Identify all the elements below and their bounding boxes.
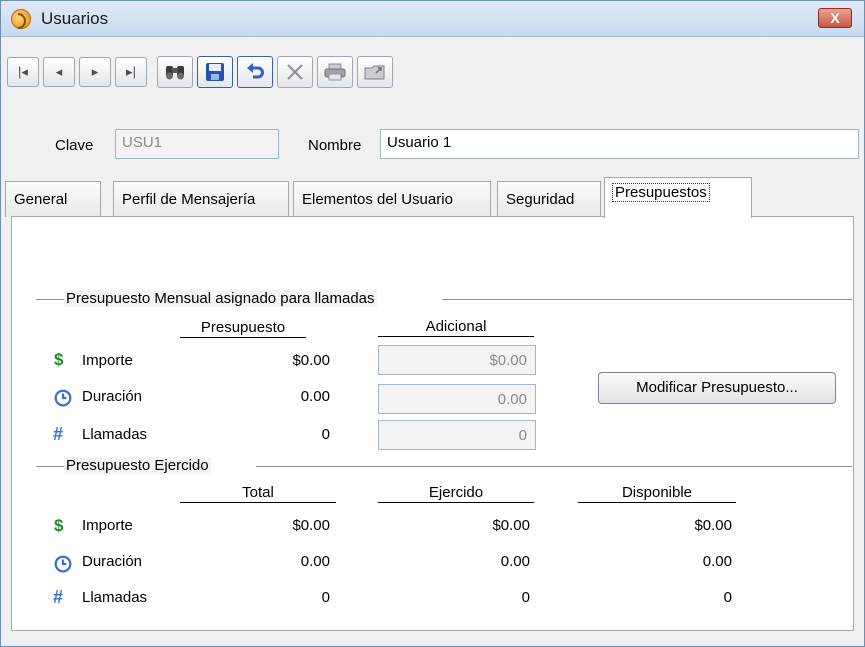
floppy-disk-icon bbox=[206, 63, 224, 81]
col-adicional-header: Adicional bbox=[378, 318, 534, 337]
monthly-llamadas-label: Llamadas bbox=[82, 426, 148, 443]
last-record-button[interactable]: ▸| bbox=[115, 57, 147, 87]
dollar-icon: $ bbox=[54, 516, 64, 535]
exercised-importe-label: Importe bbox=[82, 517, 133, 534]
next-record-button[interactable]: ▸ bbox=[79, 57, 111, 87]
tab-elementos-usuario[interactable]: Elementos del Usuario bbox=[293, 181, 491, 217]
clock-icon bbox=[54, 389, 72, 407]
first-record-button[interactable]: |◂ bbox=[7, 57, 39, 87]
binoculars-icon bbox=[166, 66, 184, 80]
monthly-duracion-presupuesto: 0.00 bbox=[300, 388, 330, 405]
monthly-importe-label: Importe bbox=[82, 352, 133, 369]
tab-elementos-label: Elementos del Usuario bbox=[302, 191, 453, 208]
search-button[interactable] bbox=[157, 56, 193, 88]
exercised-duracion-total: 0.00 bbox=[300, 553, 330, 570]
delete-x-icon bbox=[287, 64, 303, 80]
exercised-importe-disponible: $0.00 bbox=[694, 517, 732, 534]
usuarios-window: Usuarios X |◂ ◂ ▸ ▸| Clave USU1 Nombre U… bbox=[0, 0, 865, 647]
exercised-duracion-label: Duración bbox=[82, 553, 143, 570]
exercised-importe-ejercido: $0.00 bbox=[492, 517, 530, 534]
exercised-duracion-ejercido: 0.00 bbox=[500, 553, 530, 570]
save-button[interactable] bbox=[197, 56, 233, 88]
monthly-llamadas-presupuesto: 0 bbox=[321, 426, 330, 443]
monthly-importe-presupuesto: $0.00 bbox=[292, 352, 330, 369]
tab-presupuestos-label: Presupuestos bbox=[612, 183, 710, 202]
monthly-group-title: Presupuesto Mensual asignado para llamad… bbox=[64, 290, 377, 307]
tab-presupuestos[interactable]: Presupuestos bbox=[604, 177, 752, 218]
col-total-header: Total bbox=[180, 484, 336, 503]
exercised-llamadas-ejercido: 0 bbox=[521, 589, 530, 606]
col-disponible-header: Disponible bbox=[578, 484, 736, 503]
previous-record-button[interactable]: ◂ bbox=[43, 57, 75, 87]
exercised-group-line-left bbox=[36, 466, 64, 467]
tab-perfil-label: Perfil de Mensajería bbox=[122, 191, 256, 208]
undo-button[interactable] bbox=[237, 56, 273, 88]
col-ejercido-header: Ejercido bbox=[378, 484, 534, 503]
exercised-llamadas-label: Llamadas bbox=[82, 589, 148, 606]
clave-field[interactable]: USU1 bbox=[115, 129, 279, 159]
first-icon: |◂ bbox=[18, 64, 28, 79]
exercised-importe-total: $0.00 bbox=[292, 517, 330, 534]
previous-icon: ◂ bbox=[55, 64, 63, 79]
dollar-icon: $ bbox=[54, 350, 64, 369]
export-button[interactable] bbox=[357, 56, 393, 88]
undo-icon bbox=[247, 63, 264, 79]
tab-general-label: General bbox=[14, 191, 68, 208]
exercised-group-line-right bbox=[256, 466, 852, 467]
monthly-importe-adicional-field[interactable]: $0.00 bbox=[378, 345, 536, 375]
delete-button[interactable] bbox=[277, 56, 313, 88]
tab-seguridad-label: Seguridad bbox=[506, 191, 575, 208]
hash-icon: # bbox=[53, 424, 64, 444]
col-presupuesto-header: Presupuesto bbox=[180, 319, 306, 338]
title-bar[interactable]: Usuarios X bbox=[1, 1, 864, 37]
app-logo-icon bbox=[11, 9, 31, 29]
nombre-field[interactable]: Usuario 1 bbox=[380, 129, 859, 159]
close-button[interactable]: X bbox=[818, 8, 852, 28]
next-icon: ▸ bbox=[91, 64, 99, 79]
clave-label: Clave bbox=[55, 137, 94, 154]
tab-perfil-mensajeria[interactable]: Perfil de Mensajería bbox=[113, 181, 289, 217]
monthly-group-line-left bbox=[36, 299, 64, 300]
exercised-group-title: Presupuesto Ejercido bbox=[64, 457, 211, 474]
monthly-duracion-label: Duración bbox=[82, 388, 143, 405]
monthly-llamadas-adicional-field[interactable]: 0 bbox=[378, 420, 536, 450]
monthly-duracion-adicional-field[interactable]: 0.00 bbox=[378, 384, 536, 414]
nombre-label: Nombre bbox=[308, 137, 362, 154]
hash-icon: # bbox=[53, 587, 64, 607]
modificar-presupuesto-button[interactable]: Modificar Presupuesto... bbox=[598, 372, 836, 404]
tab-general[interactable]: General bbox=[5, 181, 101, 217]
printer-icon bbox=[324, 63, 346, 81]
folder-export-icon bbox=[364, 65, 385, 80]
exercised-llamadas-disponible: 0 bbox=[723, 589, 732, 606]
presupuestos-panel: Presupuesto Mensual asignado para llamad… bbox=[11, 216, 854, 631]
exercised-llamadas-total: 0 bbox=[321, 589, 330, 606]
last-icon: ▸| bbox=[126, 64, 136, 79]
print-button[interactable] bbox=[317, 56, 353, 88]
window-title: Usuarios bbox=[41, 9, 109, 28]
tab-seguridad[interactable]: Seguridad bbox=[497, 181, 601, 217]
clock-icon bbox=[54, 555, 72, 573]
exercised-duracion-disponible: 0.00 bbox=[702, 553, 732, 570]
monthly-group-line-right bbox=[442, 299, 852, 300]
